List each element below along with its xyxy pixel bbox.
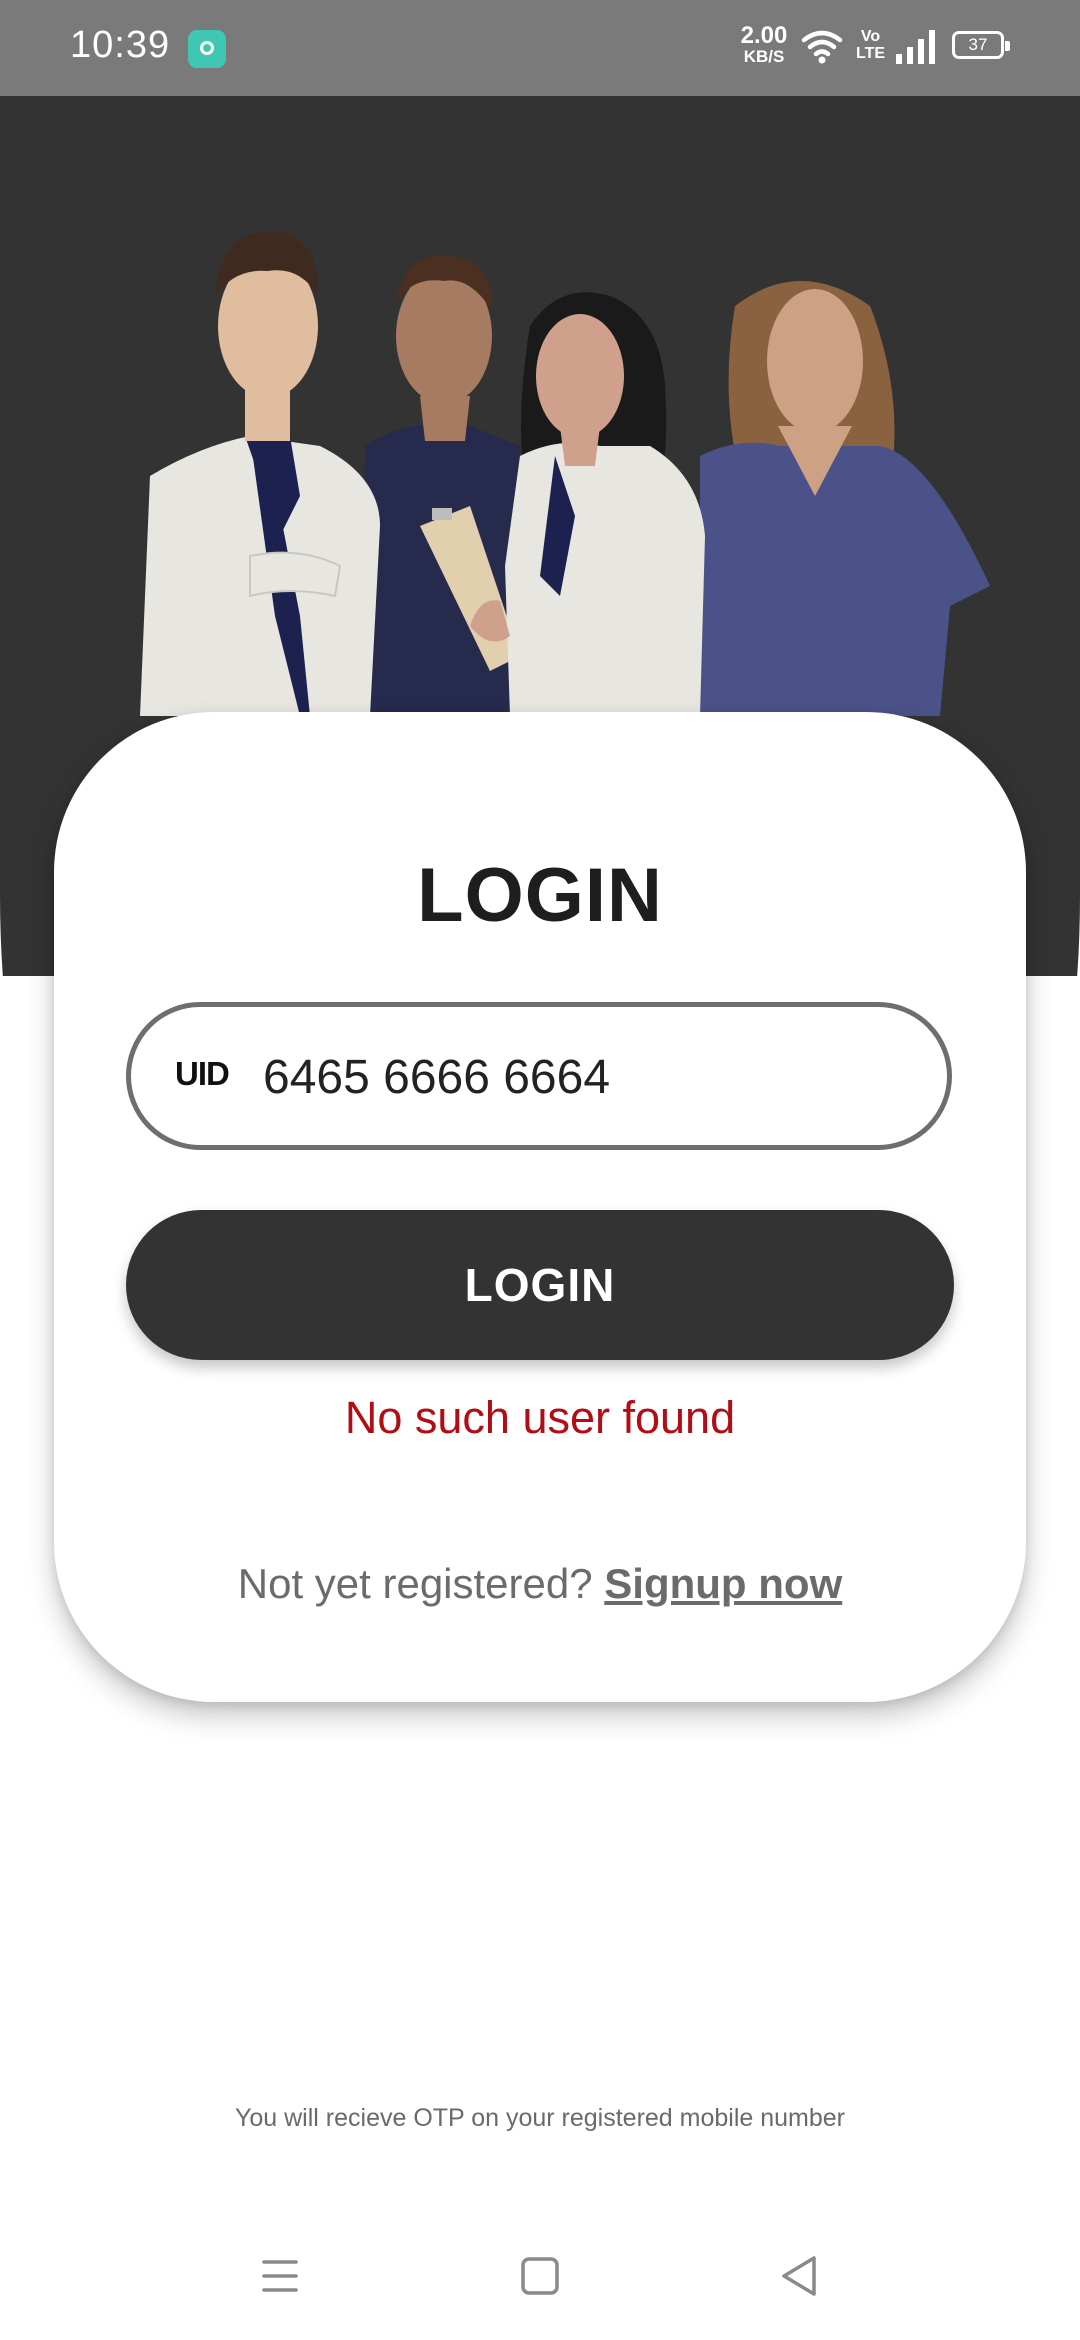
- volte-top: Vo: [860, 28, 881, 45]
- navigation-bar: [0, 2210, 1080, 2340]
- network-speed-value: 2.00: [740, 22, 788, 49]
- status-bar: 10:39 2.00 KB/S Vo LTE 37: [0, 0, 1080, 96]
- uid-input[interactable]: [263, 1037, 863, 1117]
- signup-prompt: Not yet registered?: [237, 1560, 593, 1607]
- uid-field[interactable]: UID: [126, 1002, 952, 1150]
- volte-icon: Vo LTE: [856, 28, 885, 62]
- battery-level: 37: [968, 35, 988, 54]
- uid-label: UID: [175, 1055, 230, 1092]
- signup-link[interactable]: Signup now: [604, 1560, 842, 1607]
- signup-row: Not yet registered? Signup now: [54, 1560, 1026, 1608]
- login-title: LOGIN: [417, 853, 663, 938]
- camera-app-icon: [188, 30, 226, 68]
- battery-icon: 37: [952, 31, 1010, 59]
- menu-icon[interactable]: [250, 2246, 310, 2306]
- signal-icon: [896, 26, 938, 71]
- home-icon[interactable]: [510, 2246, 570, 2306]
- wifi-icon: [800, 28, 844, 69]
- status-time: 10:39: [70, 24, 171, 66]
- back-icon[interactable]: [770, 2246, 830, 2306]
- login-button[interactable]: LOGIN: [126, 1210, 954, 1360]
- volte-bottom: LTE: [856, 45, 886, 62]
- login-card: LOGIN UID LOGIN No such user found Not y…: [54, 712, 1026, 1702]
- network-speed-unit: KB/S: [743, 47, 785, 66]
- network-speed: 2.00 KB/S: [730, 22, 798, 66]
- error-message: No such user found: [344, 1392, 736, 1443]
- otp-note: You will recieve OTP on your registered …: [234, 2104, 846, 2132]
